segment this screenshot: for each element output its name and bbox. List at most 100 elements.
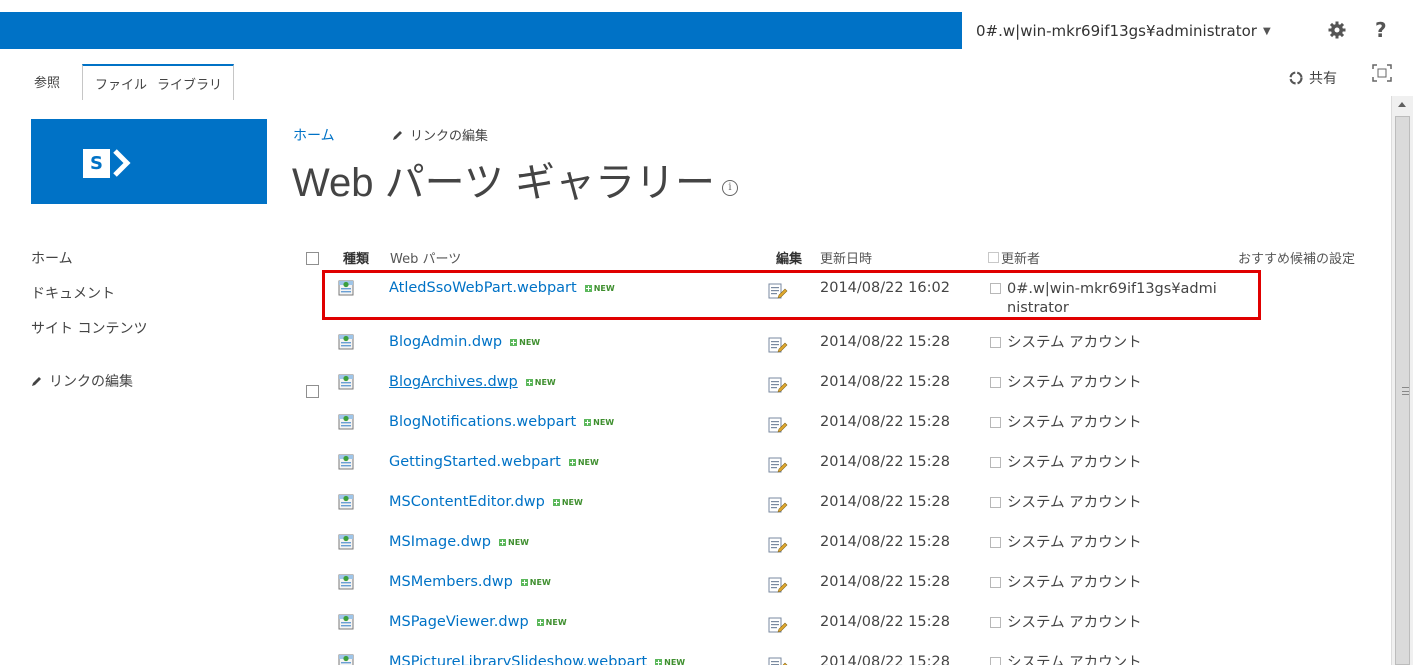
new-badge-label: NEW <box>593 417 615 427</box>
breadcrumb-home[interactable]: ホーム <box>293 125 335 145</box>
help-icon[interactable]: ? <box>1375 18 1387 42</box>
edit-properties-icon[interactable] <box>768 536 788 554</box>
scroll-thumb[interactable] <box>1395 116 1410 665</box>
edit-properties-icon[interactable] <box>768 282 788 300</box>
webpart-name-link[interactable]: AtledSsoWebPart.webpart NEW <box>389 280 615 296</box>
modified-by-link[interactable]: システム アカウント <box>1007 374 1217 393</box>
modified-by-link[interactable]: システム アカウント <box>1007 534 1217 553</box>
tab-library[interactable]: ライブラリ <box>157 74 222 93</box>
vertical-scrollbar[interactable] <box>1391 96 1413 665</box>
webpart-name-link[interactable]: MSPageViewer.dwp NEW <box>389 614 567 630</box>
modified-date: 2014/08/22 15:28 <box>820 334 950 350</box>
table-row[interactable]: MSPageViewer.dwp NEW 2014/08/22 15:28 システム … <box>300 614 1390 652</box>
presence-indicator-icon <box>990 497 1001 508</box>
table-row[interactable]: GettingStarted.webpart NEW 2014/08/22 15:2… <box>300 454 1390 492</box>
modified-date: 2014/08/22 15:28 <box>820 494 950 510</box>
select-all-checkbox[interactable] <box>306 252 319 265</box>
modified-by-link[interactable]: システム アカウント <box>1007 414 1217 433</box>
edit-properties-icon[interactable] <box>768 656 788 665</box>
webpart-name: BlogNotifications.webpart <box>389 414 577 430</box>
edit-properties-icon[interactable] <box>768 496 788 514</box>
modified-by-link[interactable]: システム アカウント <box>1007 654 1217 665</box>
site-logo[interactable]: S <box>31 119 267 204</box>
new-badge-label: NEW <box>529 577 551 587</box>
webpart-name-link[interactable]: MSImage.dwp NEW <box>389 534 529 550</box>
modified-by-link[interactable]: 0#.w|win-mkr69if13gs¥administrator <box>1007 280 1217 318</box>
webpart-name: MSMembers.dwp <box>389 574 513 590</box>
column-header-name[interactable]: Web パーツ <box>390 248 461 267</box>
presence-indicator-icon <box>990 537 1001 548</box>
edit-properties-icon[interactable] <box>768 416 788 434</box>
tab-browse[interactable]: 参照 <box>24 64 70 100</box>
new-badge: NEW <box>568 457 599 467</box>
share-label: 共有 <box>1309 71 1337 87</box>
modified-by-link[interactable]: システム アカウント <box>1007 454 1217 473</box>
webpart-name: BlogAdmin.dwp <box>389 334 503 350</box>
new-badge: NEW <box>520 577 551 587</box>
presence-indicator-icon <box>990 377 1001 388</box>
nav-item-home[interactable]: ホーム <box>31 248 147 268</box>
webpart-name-link[interactable]: MSContentEditor.dwp NEW <box>389 494 583 510</box>
new-icon <box>584 418 592 426</box>
table-row[interactable]: BlogArchives.dwp NEW 2014/08/22 15:28 システム … <box>300 374 1390 412</box>
table-row[interactable]: MSContentEditor.dwp NEW 2014/08/22 15:28 シス… <box>300 494 1390 532</box>
table-row[interactable]: BlogAdmin.dwp NEW 2014/08/22 15:28 システム アカウ… <box>300 334 1390 372</box>
webpart-name: BlogArchives.dwp <box>389 374 518 390</box>
column-header-modified[interactable]: 更新日時 <box>820 248 872 267</box>
info-icon[interactable]: i <box>722 180 738 196</box>
new-badge-label: NEW <box>577 457 599 467</box>
user-name: 0#.w|win-mkr69if13gs¥administrator <box>976 22 1257 40</box>
column-header-type[interactable]: 種類 <box>343 248 369 267</box>
quick-launch: ホーム ドキュメント サイト コンテンツ <box>31 248 147 353</box>
gear-icon[interactable] <box>1327 20 1347 40</box>
tab-files[interactable]: ファイル <box>95 74 147 93</box>
share-button[interactable]: 共有 <box>1288 68 1337 88</box>
nav-item-documents[interactable]: ドキュメント <box>31 283 147 303</box>
share-icon <box>1289 71 1303 85</box>
presence-header-icon <box>988 252 999 263</box>
suite-bar: 0#.w|win-mkr69if13gs¥administrator ▼ ? <box>0 0 1413 50</box>
modified-date: 2014/08/22 15:28 <box>820 574 950 590</box>
modified-by-link[interactable]: システム アカウント <box>1007 574 1217 593</box>
edit-properties-icon[interactable] <box>768 576 788 594</box>
focus-on-content-icon[interactable] <box>1372 64 1392 82</box>
webpart-name-link[interactable]: MSMembers.dwp NEW <box>389 574 551 590</box>
row-checkbox[interactable] <box>306 385 319 398</box>
webpart-name-link[interactable]: GettingStarted.webpart NEW <box>389 454 599 470</box>
column-header-modified-by[interactable]: 更新者 <box>988 248 1040 267</box>
edit-properties-icon[interactable] <box>768 336 788 354</box>
nav-edit-links-label: リンクの編集 <box>49 374 133 390</box>
user-menu[interactable]: 0#.w|win-mkr69if13gs¥administrator ▼ <box>976 22 1271 40</box>
sharepoint-arrow-icon <box>113 149 131 177</box>
edit-properties-icon[interactable] <box>768 376 788 394</box>
new-badge-label: NEW <box>534 377 556 387</box>
webpart-name-link[interactable]: MSPictureLibrarySlideshow.webpart NEW <box>389 654 685 665</box>
column-header-modified-by-label: 更新者 <box>1001 252 1041 267</box>
modified-by-link[interactable]: システム アカウント <box>1007 494 1217 513</box>
table-row[interactable]: BlogNotifications.webpart NEW 2014/08/22 1… <box>300 414 1390 452</box>
webpart-name: GettingStarted.webpart <box>389 454 561 470</box>
edit-links-button[interactable]: リンクの編集 <box>392 125 488 144</box>
table-row[interactable]: MSMembers.dwp NEW 2014/08/22 15:28 システム アカウ… <box>300 574 1390 612</box>
column-header-recommendation[interactable]: おすすめ候補の設定 <box>1238 248 1355 267</box>
new-icon <box>584 284 592 292</box>
table-row[interactable]: AtledSsoWebPart.webpart NEW 2014/08/22 16:… <box>300 280 1390 318</box>
scroll-up-icon[interactable] <box>1398 102 1406 107</box>
edit-properties-icon[interactable] <box>768 616 788 634</box>
page-title: Web パーツ ギャラリー <box>292 161 715 205</box>
nav-item-site-contents[interactable]: サイト コンテンツ <box>31 318 147 338</box>
table-row[interactable]: MSPictureLibrarySlideshow.webpart NEW 2014… <box>300 654 1390 665</box>
nav-edit-links-button[interactable]: リンクの編集 <box>31 371 133 391</box>
new-badge-label: NEW <box>545 617 567 627</box>
webpart-name-link[interactable]: BlogArchives.dwp NEW <box>389 374 556 390</box>
webpart-name: AtledSsoWebPart.webpart <box>389 280 577 296</box>
table-row[interactable]: MSImage.dwp NEW 2014/08/22 15:28 システム アカウント <box>300 534 1390 572</box>
webpart-file-icon <box>338 280 354 296</box>
webpart-name-link[interactable]: BlogNotifications.webpart NEW <box>389 414 614 430</box>
column-header-edit[interactable]: 編集 <box>776 248 802 267</box>
webpart-name-link[interactable]: BlogAdmin.dwp NEW <box>389 334 540 350</box>
edit-properties-icon[interactable] <box>768 456 788 474</box>
new-icon <box>525 378 533 386</box>
modified-by-link[interactable]: システム アカウント <box>1007 614 1217 633</box>
modified-by-link[interactable]: システム アカウント <box>1007 334 1217 353</box>
